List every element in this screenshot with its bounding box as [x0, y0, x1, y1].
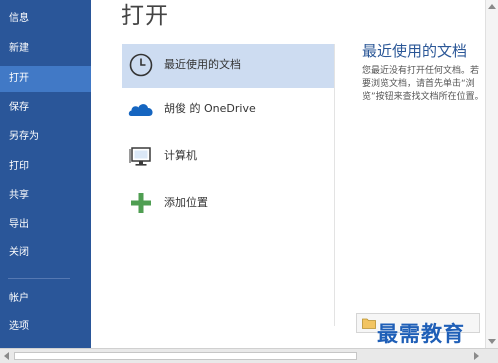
scroll-down-icon[interactable]: [488, 339, 496, 344]
recent-documents-heading: 最近使用的文档: [362, 42, 468, 60]
clock-icon: [129, 53, 153, 77]
watermark-text: 最需教育: [377, 321, 465, 346]
place-label: 胡俊 的 OneDrive: [164, 102, 256, 115]
computer-icon: [129, 147, 151, 166]
sidebar-item-save[interactable]: 保存: [0, 95, 91, 121]
sidebar-item-print[interactable]: 打印: [0, 154, 91, 180]
place-label: 添加位置: [164, 196, 208, 209]
scrollbar-thumb[interactable]: [14, 352, 357, 360]
backstage-sidebar: 信息 新建 打开 保存 另存为 打印 共享 导出 关闭 帐户 选项: [0, 0, 91, 348]
place-add-location[interactable]: 添加位置: [122, 182, 334, 226]
place-computer[interactable]: 计算机: [122, 135, 334, 179]
sidebar-item-options[interactable]: 选项: [0, 314, 91, 340]
sidebar-item-save-as[interactable]: 另存为: [0, 124, 91, 150]
place-recent-documents[interactable]: 最近使用的文档: [122, 44, 334, 88]
scroll-right-icon[interactable]: [474, 352, 479, 360]
page-title: 打开: [121, 3, 169, 29]
backstage-window: 信息 新建 打开 保存 另存为 打印 共享 导出 关闭 帐户 选项 打开 最近使…: [0, 0, 498, 363]
vertical-scrollbar[interactable]: [485, 0, 498, 348]
panel-divider: [334, 44, 335, 326]
scroll-up-icon[interactable]: [488, 4, 496, 9]
horizontal-scrollbar[interactable]: [0, 348, 498, 363]
place-label: 计算机: [164, 149, 197, 162]
sidebar-item-new[interactable]: 新建: [0, 36, 91, 62]
sidebar-item-account[interactable]: 帐户: [0, 286, 91, 312]
recent-documents-empty-message: 您最近没有打开任何文档。若要浏览文档，请首先单击“浏览”按钮来查找文档所在位置。: [362, 66, 484, 102]
sidebar-item-open[interactable]: 打开: [0, 66, 91, 92]
onedrive-cloud-icon: [128, 104, 153, 116]
sidebar-item-close[interactable]: 关闭: [0, 240, 91, 266]
place-onedrive[interactable]: 胡俊 的 OneDrive: [122, 88, 334, 132]
sidebar-item-export[interactable]: 导出: [0, 212, 91, 238]
plus-icon: [131, 193, 151, 213]
sidebar-divider: [8, 278, 70, 279]
place-label: 最近使用的文档: [164, 58, 241, 71]
sidebar-item-info[interactable]: 信息: [0, 6, 91, 32]
folder-icon: [362, 318, 376, 329]
scroll-left-icon[interactable]: [4, 352, 9, 360]
sidebar-item-share[interactable]: 共享: [0, 183, 91, 209]
